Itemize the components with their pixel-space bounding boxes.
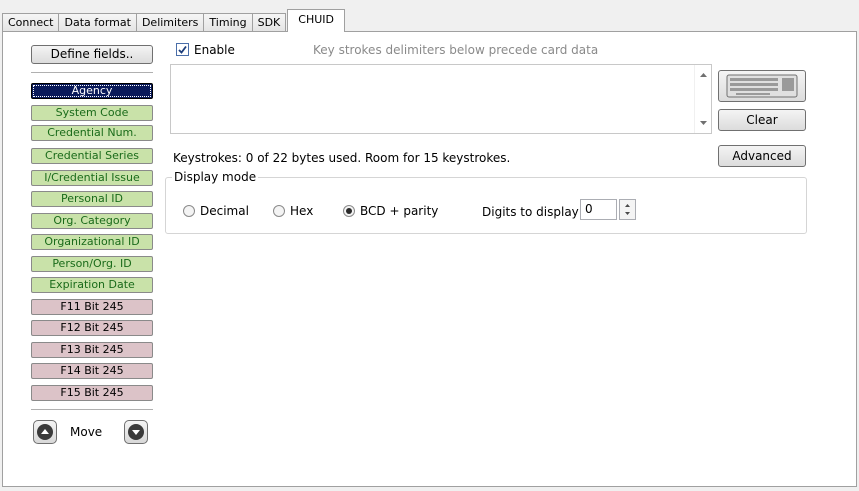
digits-label: Digits to display: [482, 205, 579, 219]
field-button-system-code[interactable]: System Code: [31, 105, 153, 121]
arrow-down-icon: [128, 424, 144, 440]
keyboard-icon: [726, 74, 798, 98]
field-button-personal-id[interactable]: Personal ID: [31, 191, 153, 207]
field-button-f15[interactable]: F15 Bit 245: [31, 385, 153, 401]
separator: [31, 409, 153, 410]
field-button-f11[interactable]: F11 Bit 245: [31, 299, 153, 315]
enable-checkbox[interactable]: [176, 43, 189, 56]
display-mode-legend: Display mode: [172, 170, 259, 184]
field-button-credential-issue[interactable]: I/Credential Issue: [31, 170, 153, 186]
tab-data-format[interactable]: Data format: [58, 13, 137, 32]
digits-spinner[interactable]: [619, 199, 636, 220]
field-button-credential-num[interactable]: Credential Num.: [31, 125, 153, 141]
move-label: Move: [70, 425, 103, 439]
scroll-down-icon[interactable]: [695, 114, 712, 131]
hex-radio[interactable]: [273, 205, 285, 217]
scroll-up-icon[interactable]: [695, 67, 712, 84]
separator: [31, 72, 153, 73]
move-up-button[interactable]: [33, 420, 57, 444]
keystrokes-textarea[interactable]: [170, 64, 712, 134]
field-button-org-category[interactable]: Org. Category: [31, 213, 153, 229]
digits-input[interactable]: 0: [580, 199, 617, 220]
tab-chuid[interactable]: CHUID: [287, 9, 345, 32]
keyboard-button[interactable]: [718, 70, 806, 102]
tab-timing[interactable]: Timing: [203, 13, 253, 32]
check-icon: [178, 45, 187, 54]
keystrokes-status: Keystrokes: 0 of 22 bytes used. Room for…: [173, 151, 511, 165]
define-fields-button[interactable]: Define fields..: [31, 45, 153, 64]
tab-bar: Connect Data format Delimiters Timing SD…: [2, 9, 345, 32]
enable-label: Enable: [194, 43, 235, 57]
textarea-scrollbar[interactable]: [694, 65, 711, 133]
digits-value: 0: [585, 202, 593, 216]
field-button-person-org-id[interactable]: Person/Org. ID: [31, 256, 153, 272]
bcd-parity-label: BCD + parity: [360, 204, 439, 218]
field-button-f13[interactable]: F13 Bit 245: [31, 342, 153, 358]
field-button-agency[interactable]: Agency: [31, 83, 153, 99]
move-down-button[interactable]: [124, 420, 148, 444]
delimiter-hint: Key strokes delimiters below precede car…: [313, 43, 599, 57]
field-button-credential-series[interactable]: Credential Series: [31, 148, 153, 164]
tab-connect[interactable]: Connect: [2, 13, 60, 32]
hex-label: Hex: [290, 204, 314, 218]
bcd-parity-radio[interactable]: [343, 205, 355, 217]
advanced-button[interactable]: Advanced: [718, 145, 806, 167]
decimal-label: Decimal: [200, 204, 249, 218]
arrow-up-icon: [37, 424, 53, 440]
clear-button[interactable]: Clear: [718, 109, 806, 131]
field-button-expiration-date[interactable]: Expiration Date: [31, 277, 153, 293]
field-button-f12[interactable]: F12 Bit 245: [31, 320, 153, 336]
tab-sdk[interactable]: SDK: [251, 13, 287, 32]
spin-down-icon[interactable]: [620, 209, 635, 218]
decimal-radio[interactable]: [183, 205, 195, 217]
field-button-f14[interactable]: F14 Bit 245: [31, 363, 153, 379]
field-button-organizational-id[interactable]: Organizational ID: [31, 234, 153, 250]
tab-delimiters[interactable]: Delimiters: [135, 13, 205, 32]
